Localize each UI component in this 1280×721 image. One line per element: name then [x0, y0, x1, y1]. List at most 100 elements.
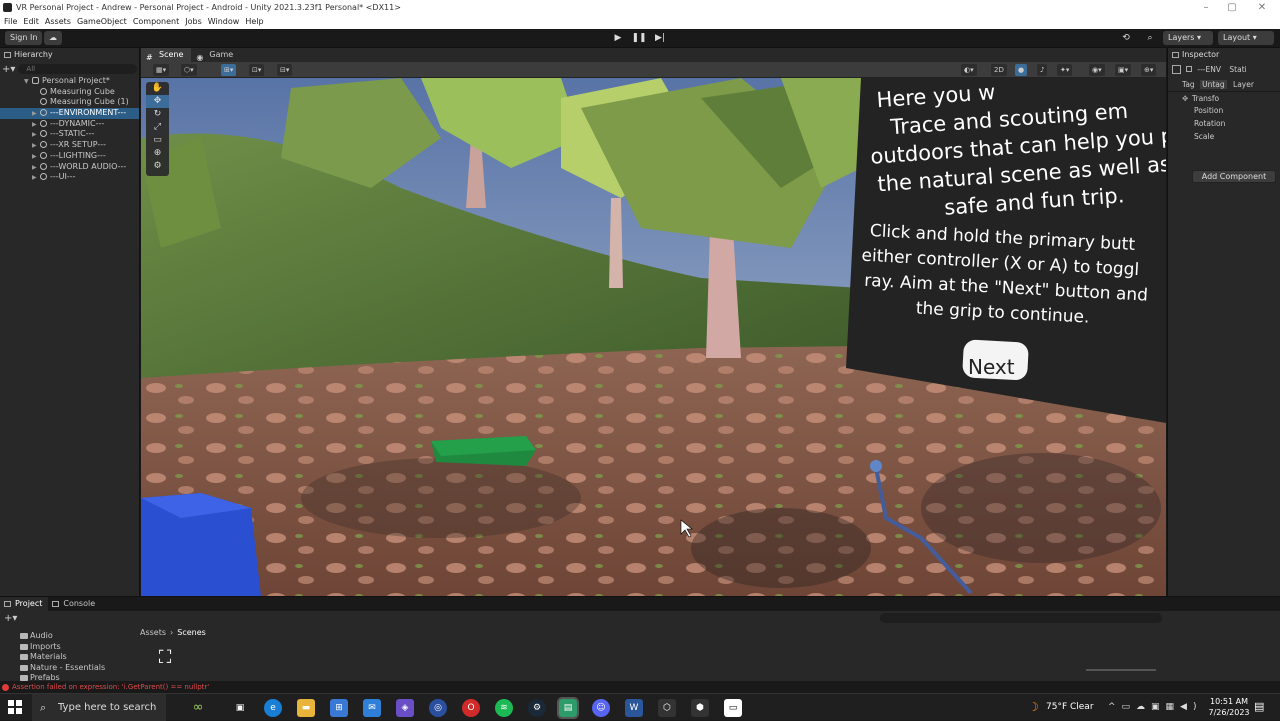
vscode-icon[interactable]: ◈: [396, 699, 414, 717]
menu-jobs[interactable]: Jobs: [185, 15, 208, 29]
folder-item[interactable]: Materials: [20, 652, 135, 663]
hierarchy-item[interactable]: ▶ ---WORLD AUDIO---: [0, 162, 139, 173]
play-button[interactable]: ▶: [610, 31, 626, 45]
task-view-icon[interactable]: ▣: [231, 699, 249, 717]
cloud-icon[interactable]: ☁: [44, 31, 62, 45]
windows-start-icon[interactable]: [8, 700, 22, 714]
mail-icon[interactable]: ✉: [363, 699, 381, 717]
system-tray-icons[interactable]: ^▭☁▣▦◀): [1108, 694, 1202, 721]
transform-tool-icon[interactable]: ⊕: [146, 147, 169, 160]
tab-scene[interactable]: # Scene: [141, 48, 192, 62]
file-explorer-icon[interactable]: ▬: [297, 699, 315, 717]
pivot-icon[interactable]: ⊞▾: [221, 64, 237, 76]
breadcrumb-assets[interactable]: Assets: [140, 627, 166, 639]
add-component-button[interactable]: Add Component: [1192, 170, 1276, 183]
breadcrumb-scenes[interactable]: Scenes: [177, 627, 206, 639]
layers-dropdown[interactable]: Layers ▾: [1163, 31, 1213, 45]
store-icon[interactable]: ⊞: [330, 699, 348, 717]
hierarchy-item[interactable]: Measuring Cube: [0, 87, 139, 98]
increment-snap-icon[interactable]: ⊟▾: [277, 64, 293, 76]
menu-help[interactable]: Help: [245, 15, 269, 29]
hierarchy-item[interactable]: ▶ ---XR SETUP---: [0, 140, 139, 151]
search-icon[interactable]: ⌕: [1142, 31, 1158, 45]
notifications-icon[interactable]: ▤: [1254, 700, 1264, 713]
app-icon[interactable]: ◎: [429, 699, 447, 717]
opera-icon[interactable]: O: [462, 699, 480, 717]
menu-gameobject[interactable]: GameObject: [77, 15, 133, 29]
hierarchy-item[interactable]: ▶ ---STATIC---: [0, 129, 139, 140]
lighting-toggle-icon[interactable]: ●: [1015, 64, 1028, 76]
minimize-button[interactable]: –: [1196, 0, 1216, 15]
folder-item[interactable]: Nature - Essentials: [20, 663, 135, 674]
edge-icon[interactable]: e: [264, 699, 282, 717]
step-button[interactable]: ▶|: [652, 31, 668, 45]
menu-window[interactable]: Window: [208, 15, 246, 29]
unity-hub-icon[interactable]: ⬡: [658, 699, 676, 717]
sign-in-button[interactable]: Sign In: [5, 31, 43, 45]
draw-mode-icon[interactable]: ⬡▾: [181, 64, 197, 76]
hierarchy-search-input[interactable]: All: [18, 64, 137, 74]
add-icon[interactable]: +▾: [2, 64, 15, 75]
scene-viewport[interactable]: Here you w Trace and scouting em outdoor…: [141, 78, 1166, 596]
close-button[interactable]: ✕: [1252, 0, 1272, 15]
rotate-tool-icon[interactable]: ↻: [146, 108, 169, 121]
hierarchy-item[interactable]: ▶ ---DYNAMIC---: [0, 119, 139, 130]
scale-tool-icon[interactable]: ⤢: [146, 121, 169, 134]
folder-item[interactable]: Audio: [20, 631, 135, 642]
rect-tool-icon[interactable]: ▭: [146, 134, 169, 147]
folder-item[interactable]: Imports: [20, 642, 135, 653]
next-button[interactable]: Next: [962, 339, 1029, 381]
active-app-icon[interactable]: ▤: [557, 697, 579, 719]
tab-game[interactable]: ◉ Game: [191, 48, 241, 62]
icon-size-slider[interactable]: [1086, 669, 1156, 671]
scene-root[interactable]: ▼ Personal Project*: [0, 76, 139, 87]
2d-toggle[interactable]: 2D: [991, 64, 1007, 76]
object-name-field[interactable]: ---ENV: [1197, 65, 1221, 74]
history-icon[interactable]: ⟲: [1118, 31, 1134, 45]
discord-icon[interactable]: ☺: [592, 699, 610, 717]
maximize-button[interactable]: ▢: [1222, 0, 1242, 15]
layout-dropdown[interactable]: Layout ▾: [1218, 31, 1274, 45]
tab-project[interactable]: Project: [0, 597, 49, 611]
tag-dropdown[interactable]: Untag: [1200, 80, 1227, 89]
clock[interactable]: 10:51 AM 7/26/2023: [1204, 696, 1254, 718]
audio-toggle-icon[interactable]: ♪: [1037, 64, 1048, 76]
terminal-icon[interactable]: ▭: [724, 699, 742, 717]
word-icon[interactable]: W: [625, 699, 643, 717]
move-tool-icon[interactable]: ✥: [146, 95, 169, 108]
hand-tool-icon[interactable]: ✋: [146, 82, 169, 95]
camera-settings-icon[interactable]: ▣▾: [1115, 64, 1132, 76]
effects-icon[interactable]: ✦▾: [1057, 64, 1073, 76]
gizmos-icon[interactable]: ⊕▾: [1141, 64, 1157, 76]
hierarchy-item[interactable]: ▶ ---LIGHTING---: [0, 151, 139, 162]
visibility-icon[interactable]: ◉▾: [1089, 64, 1105, 76]
taskbar-search-input[interactable]: ⌕ Type here to search: [32, 694, 166, 721]
hierarchy-item[interactable]: ▶ ---UI---: [0, 172, 139, 183]
active-checkbox[interactable]: [1186, 66, 1192, 72]
tab-console[interactable]: Console: [48, 597, 101, 611]
status-bar[interactable]: Assertion failed on expression: 'i.GetPa…: [0, 681, 1280, 693]
weather-text[interactable]: 75°F Clear: [1046, 694, 1094, 721]
add-asset-icon[interactable]: +▾: [4, 613, 17, 624]
transform-header[interactable]: ✥ Transfo: [1168, 91, 1280, 104]
hierarchy-item[interactable]: Measuring Cube (1): [0, 97, 139, 108]
shading-mode-icon[interactable]: ▦▾: [153, 64, 170, 76]
project-search-input[interactable]: [880, 613, 1162, 623]
menu-assets[interactable]: Assets: [45, 15, 77, 29]
gizmo-orientation-icon[interactable]: ◐▾: [961, 64, 977, 76]
expand-arrow-icon[interactable]: ▶: [32, 173, 40, 184]
tab-inspector[interactable]: Inspector: [1168, 48, 1280, 62]
unity-icon[interactable]: ⬢: [691, 699, 709, 717]
steam-icon[interactable]: ⚙: [528, 699, 546, 717]
widget-infinity-icon[interactable]: ∞: [180, 699, 216, 717]
pause-button[interactable]: ❚❚: [631, 31, 647, 45]
unity-scene-asset-icon[interactable]: ⛶: [152, 647, 178, 669]
menu-file[interactable]: File: [4, 15, 23, 29]
menu-edit[interactable]: Edit: [23, 15, 45, 29]
spotify-icon[interactable]: ≋: [495, 699, 513, 717]
menu-component[interactable]: Component: [133, 15, 185, 29]
grid-snap-icon[interactable]: ⊡▾: [249, 64, 265, 76]
custom-tool-icon[interactable]: ⚙: [146, 160, 169, 173]
tab-hierarchy[interactable]: Hierarchy: [0, 48, 139, 62]
hierarchy-item-selected[interactable]: ▶ ---ENVIRONMENT---: [0, 108, 139, 119]
